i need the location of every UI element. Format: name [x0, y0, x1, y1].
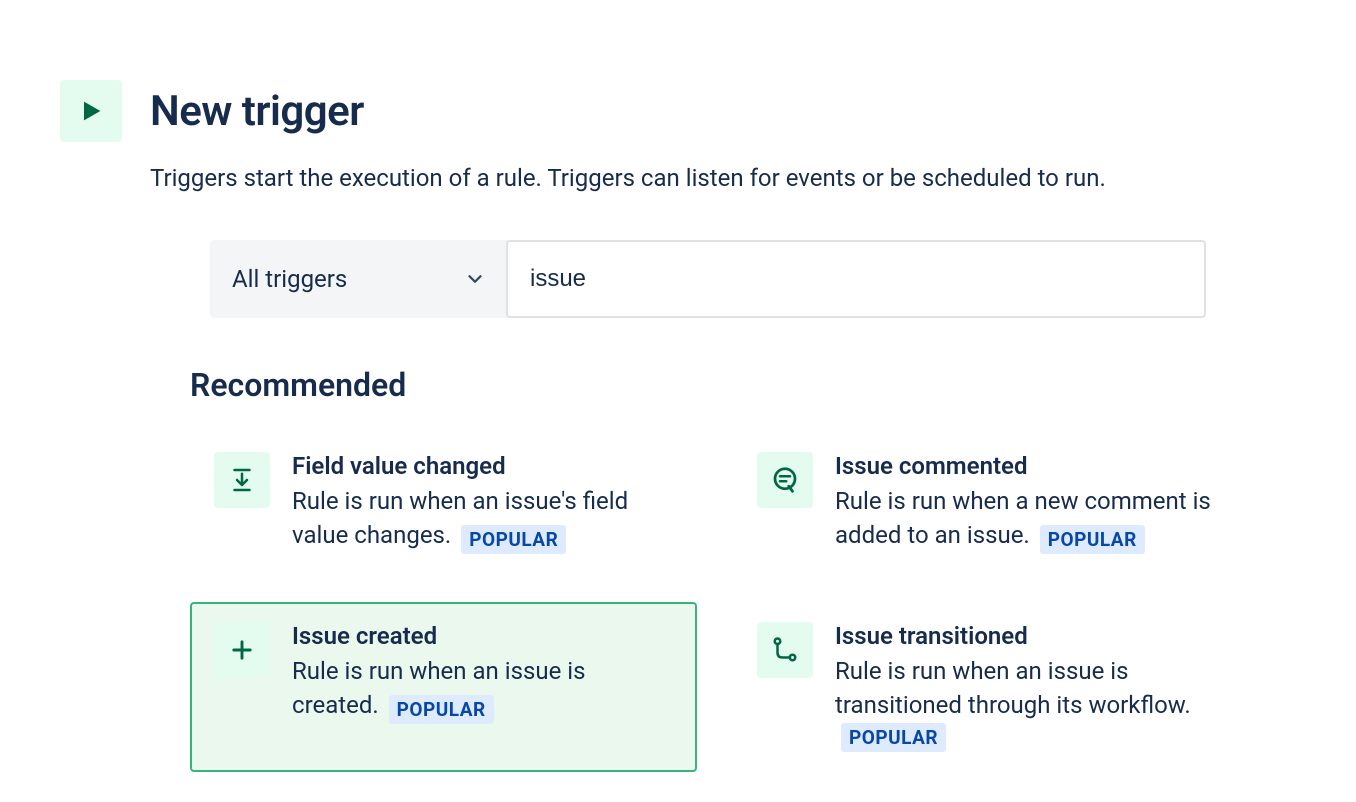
- trigger-card-issue-transitioned[interactable]: Issue transitioned Rule is run when an i…: [733, 602, 1240, 773]
- download-field-icon: [214, 452, 270, 508]
- page-subtitle: Triggers start the execution of a rule. …: [150, 162, 1240, 196]
- trigger-card-issue-created[interactable]: Issue created Rule is run when an issue …: [190, 602, 697, 773]
- section-heading: Recommended: [190, 366, 1240, 404]
- card-title: Issue transitioned: [835, 622, 1216, 650]
- card-desc: Rule is run when an issue is transitione…: [835, 657, 1191, 720]
- card-title: Field value changed: [292, 452, 673, 480]
- card-desc: Rule is run when an issue's field value …: [292, 487, 628, 550]
- plus-icon: [214, 622, 270, 678]
- comment-icon: [757, 452, 813, 508]
- card-title: Issue created: [292, 622, 673, 650]
- trigger-card-issue-commented[interactable]: Issue commented Rule is run when a new c…: [733, 432, 1240, 574]
- popular-badge: POPULAR: [1040, 525, 1145, 554]
- dropdown-label: All triggers: [232, 265, 347, 293]
- card-desc: Rule is run when a new comment is added …: [835, 487, 1211, 550]
- chevron-down-icon: [464, 268, 486, 290]
- popular-badge: POPULAR: [841, 723, 946, 752]
- play-icon: [60, 80, 122, 142]
- popular-badge: POPULAR: [389, 695, 494, 724]
- page-title: New trigger: [150, 87, 364, 136]
- trigger-category-dropdown[interactable]: All triggers: [210, 240, 508, 318]
- transition-icon: [757, 622, 813, 678]
- trigger-card-field-value-changed[interactable]: Field value changed Rule is run when an …: [190, 432, 697, 574]
- popular-badge: POPULAR: [461, 525, 566, 554]
- search-input[interactable]: [506, 240, 1206, 318]
- card-title: Issue commented: [835, 452, 1216, 480]
